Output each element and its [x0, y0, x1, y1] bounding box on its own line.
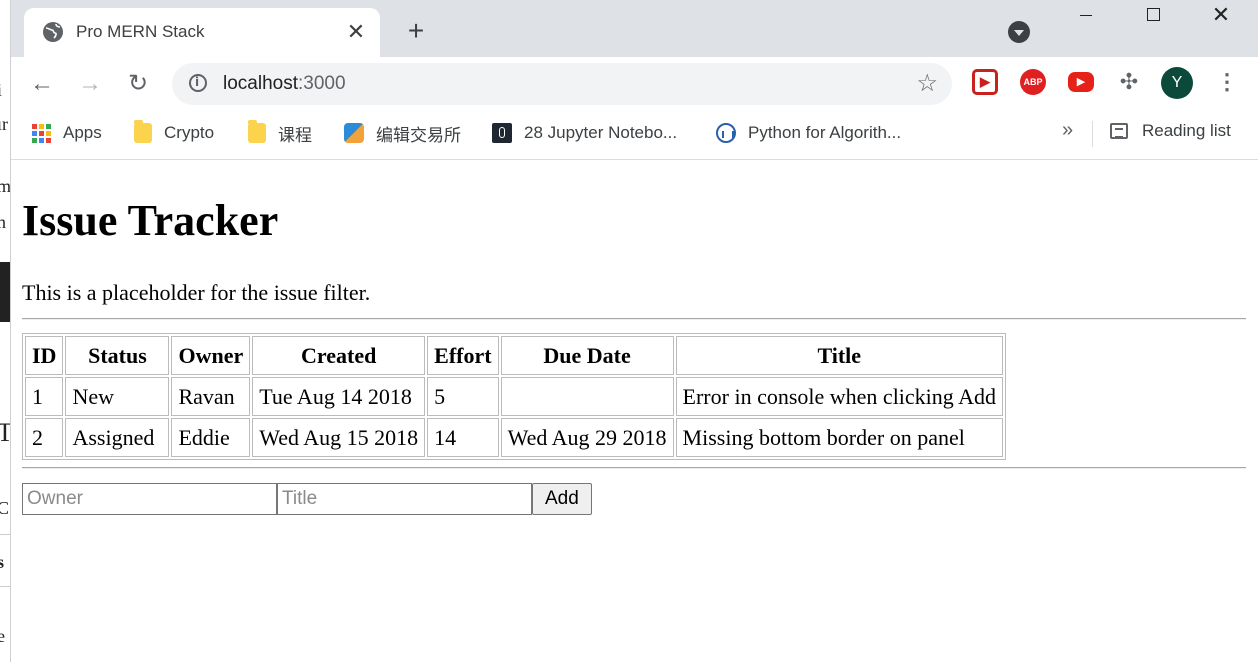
owner-input[interactable]	[22, 483, 277, 515]
tab-close-icon[interactable]: ✕	[344, 20, 368, 44]
background-text-fragment: T	[0, 418, 10, 448]
bookmark-label: Python for Algorith...	[748, 123, 902, 142]
cell-status: Assigned	[65, 418, 170, 457]
reading-list-icon	[1110, 123, 1128, 139]
folder-icon	[134, 120, 152, 143]
folder-icon	[248, 120, 266, 143]
browser-toolbar: ← → ↻ localhost:3000 ☆ ▶ ABP ▶ ✣ Y ⋮	[10, 57, 1258, 109]
bookmark-label: Crypto	[164, 123, 215, 142]
background-text-fragment: s	[0, 552, 4, 573]
video-speed-extension-icon[interactable]: ▶	[972, 69, 998, 95]
youtube-extension-icon[interactable]: ▶	[1068, 72, 1094, 92]
cell-id: 1	[25, 377, 64, 416]
url-text[interactable]: localhost:3000	[223, 73, 346, 95]
cell-effort: 5	[427, 377, 499, 416]
issue-filter-placeholder: This is a placeholder for the issue filt…	[22, 280, 371, 305]
divider	[22, 318, 1246, 320]
tab-search-icon[interactable]	[1008, 21, 1030, 43]
background-text-fragment: i	[0, 80, 2, 101]
bookmark-label: Apps	[63, 123, 102, 142]
background-text-fragment: e	[0, 626, 5, 647]
reload-button[interactable]: ↻	[120, 66, 156, 102]
bookmark-python[interactable]: Python for Algorith...	[716, 121, 901, 145]
cell-id: 2	[25, 418, 64, 457]
bookmarks-bar: Apps Crypto 课程 编辑交易所 28 Jupyter Notebo..…	[10, 109, 1258, 160]
minimize-button[interactable]	[1062, 2, 1108, 30]
column-header-id: ID	[25, 336, 64, 375]
bookmark-star-icon[interactable]: ☆	[916, 69, 938, 98]
cell-due-date: Wed Aug 29 2018	[500, 418, 674, 457]
add-button[interactable]: Add	[532, 483, 592, 515]
forward-button[interactable]: →	[72, 66, 108, 102]
background-divider	[0, 534, 10, 535]
bookmark-jupyter[interactable]: 28 Jupyter Notebo...	[492, 121, 677, 145]
table-header-row: ID Status Owner Created Effort Due Date …	[25, 336, 1003, 375]
cell-due-date	[500, 377, 674, 416]
adblock-plus-icon[interactable]: ABP	[1020, 69, 1046, 95]
title-input[interactable]	[277, 483, 532, 515]
column-header-created: Created	[252, 336, 426, 375]
bookmark-exchange[interactable]: 编辑交易所	[344, 121, 461, 145]
globe-icon	[43, 22, 63, 42]
tab-pro-mern-stack[interactable]: Pro MERN Stack ✕	[24, 8, 380, 57]
back-button[interactable]: ←	[24, 66, 60, 102]
cell-owner: Ravan	[171, 377, 251, 416]
background-text-fragment: n	[0, 212, 6, 233]
extensions-puzzle-icon[interactable]: ✣	[1116, 69, 1142, 95]
bookmark-apps[interactable]: Apps	[32, 121, 102, 145]
issue-add-form: Add	[22, 483, 592, 515]
bookmark-label: 课程	[278, 125, 312, 145]
url-host: localhost	[223, 73, 298, 94]
bookmark-crypto[interactable]: Crypto	[134, 120, 215, 145]
bookmark-label: 28 Jupyter Notebo...	[524, 123, 678, 142]
cell-effort: 14	[427, 418, 499, 457]
column-header-owner: Owner	[171, 336, 251, 375]
bookmark-courses[interactable]: 课程	[248, 120, 312, 145]
bookmarks-overflow-icon[interactable]: »	[1062, 119, 1073, 142]
cell-owner: Eddie	[171, 418, 251, 457]
column-header-title: Title	[675, 336, 1003, 375]
background-divider	[0, 586, 10, 587]
issue-table: ID Status Owner Created Effort Due Date …	[22, 333, 1006, 460]
profile-avatar[interactable]: Y	[1161, 67, 1193, 99]
url-port: :3000	[298, 73, 346, 94]
site-info-icon[interactable]	[189, 74, 207, 92]
bookmark-label: 编辑交易所	[376, 125, 461, 145]
reading-list-label: Reading list	[1142, 121, 1231, 140]
address-bar[interactable]: localhost:3000 ☆	[172, 63, 952, 105]
jupyter-icon	[492, 123, 512, 143]
cell-status: New	[65, 377, 170, 416]
tab-title: Pro MERN Stack	[76, 22, 205, 41]
close-window-button[interactable]: ✕	[1198, 2, 1244, 30]
column-header-effort: Effort	[427, 336, 499, 375]
cell-created: Wed Aug 15 2018	[252, 418, 426, 457]
browser-window: Pro MERN Stack ✕ + ✕ ← → ↻ localhost:300…	[10, 0, 1258, 662]
background-text-fragment: C	[0, 498, 9, 519]
exchange-icon	[344, 123, 364, 143]
bookmarks-divider	[1092, 121, 1093, 147]
table-row: 2 Assigned Eddie Wed Aug 15 2018 14 Wed …	[25, 418, 1003, 457]
table-row: 1 New Ravan Tue Aug 14 2018 5 Error in c…	[25, 377, 1003, 416]
background-dark-block	[0, 262, 10, 322]
maximize-button[interactable]	[1130, 2, 1176, 30]
column-header-due-date: Due Date	[500, 336, 674, 375]
cell-title: Error in console when clicking Add	[675, 377, 1003, 416]
background-text-fragment: m	[0, 176, 10, 197]
cell-created: Tue Aug 14 2018	[252, 377, 426, 416]
python-icon	[716, 123, 736, 143]
background-window-edge: i ır m n T C s e	[0, 0, 11, 662]
background-text-fragment: ır	[0, 114, 8, 134]
tab-strip: Pro MERN Stack ✕ + ✕	[10, 0, 1258, 57]
cell-title: Missing bottom border on panel	[675, 418, 1003, 457]
divider	[22, 467, 1246, 469]
apps-grid-icon	[32, 123, 51, 143]
page-title: Issue Tracker	[22, 196, 279, 245]
new-tab-button[interactable]: +	[402, 17, 430, 46]
reading-list-button[interactable]: Reading list	[1110, 121, 1231, 141]
browser-menu-icon[interactable]: ⋮	[1216, 69, 1238, 97]
column-header-status: Status	[65, 336, 170, 375]
